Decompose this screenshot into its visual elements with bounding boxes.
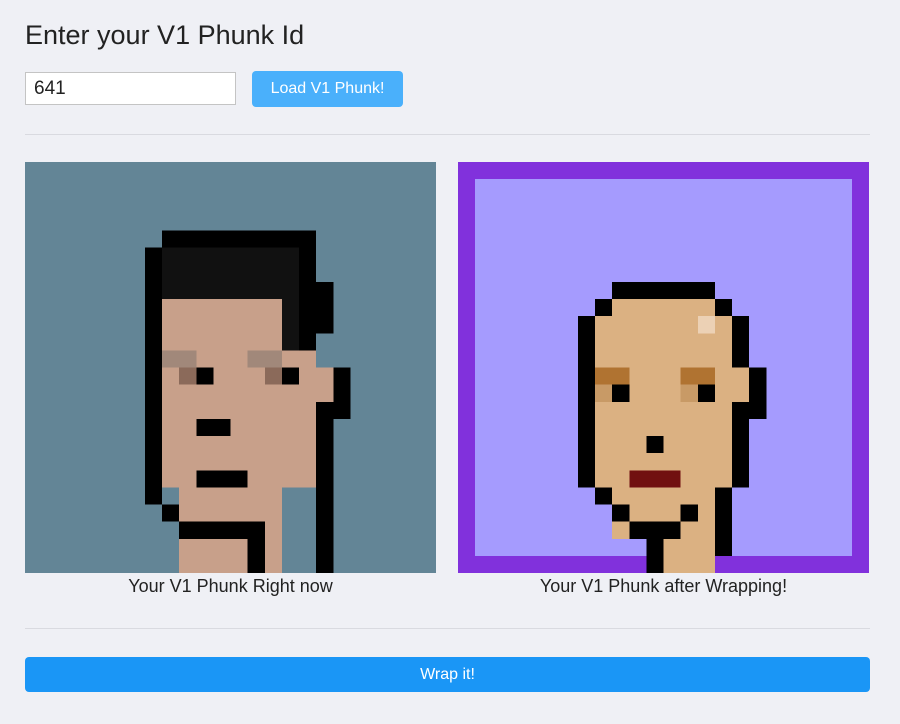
phunk-id-input[interactable]: [25, 72, 236, 105]
bottom-divider: [25, 628, 870, 629]
current-phunk-image: [25, 162, 436, 573]
current-phunk-caption: Your V1 Phunk Right now: [128, 576, 333, 596]
page-title: Enter your V1 Phunk Id: [25, 20, 305, 50]
load-phunk-button[interactable]: Load V1 Phunk!: [252, 71, 403, 107]
top-divider: [25, 134, 870, 135]
wrap-button[interactable]: Wrap it!: [25, 657, 870, 692]
wrapped-phunk-caption: Your V1 Phunk after Wrapping!: [539, 576, 788, 596]
wrapped-phunk-image: [458, 162, 869, 573]
